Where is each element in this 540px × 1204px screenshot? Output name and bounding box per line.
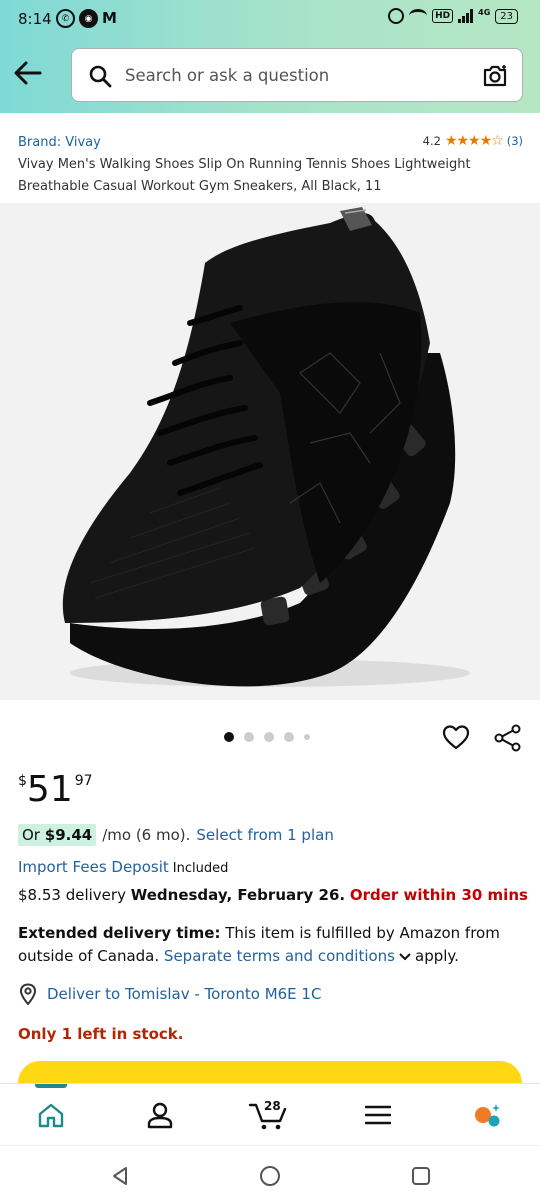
nav-rufus-assistant[interactable] (457, 1084, 517, 1146)
separate-terms-link[interactable]: Separate terms and conditions (164, 947, 395, 965)
monthly-payment: Or $9.44 /mo (6 mo). Select from 1 plan (18, 824, 334, 846)
deliver-to-location[interactable]: Deliver to Tomislav - Toronto M6E 1C (18, 983, 321, 1005)
price-currency-symbol: $ (18, 773, 27, 789)
import-fees: Import Fees Deposit Included (18, 858, 228, 876)
delivery-cost: $8.53 delivery (18, 886, 126, 904)
assistant-icon (475, 1104, 500, 1127)
import-fees-status: Included (172, 861, 229, 876)
carousel-dot[interactable] (304, 734, 310, 740)
back-button[interactable] (12, 58, 44, 88)
carousel-dot[interactable] (264, 732, 274, 742)
hd-voice-icon: HD (432, 9, 454, 23)
search-placeholder: Search or ask a question (125, 66, 330, 85)
rating-summary[interactable]: 4.2 ★★★★☆ (3) (423, 133, 523, 149)
chevron-down-icon[interactable] (399, 953, 411, 961)
app-notification-icon: ◉ (79, 9, 98, 28)
deliver-to-text: Deliver to Tomislav - Toronto M6E 1C (47, 985, 322, 1003)
price-fraction: 97 (74, 773, 93, 789)
product-title: Vivay Men's Walking Shoes Slip On Runnin… (18, 157, 471, 194)
location-pin-icon (19, 983, 37, 1005)
share-button[interactable] (494, 724, 522, 752)
network-type: 4G (478, 8, 491, 17)
notification-icons: ✆ ◉ M (56, 9, 117, 28)
camera-search-icon[interactable] (482, 63, 508, 89)
monthly-amount-badge: Or $9.44 (18, 824, 97, 846)
nav-menu[interactable] (348, 1084, 408, 1146)
heart-icon (442, 725, 470, 750)
carousel-indicator (224, 732, 310, 742)
nav-cart[interactable]: 28 (238, 1084, 298, 1146)
order-within-text: Order within 30 mins (349, 886, 528, 904)
menu-icon (365, 1105, 391, 1125)
system-back-icon[interactable] (108, 1164, 132, 1188)
search-icon (89, 65, 112, 88)
delivery-info: $8.53 delivery Wednesday, February 26. O… (18, 886, 528, 904)
extended-delivery-notice: Extended delivery time: This item is ful… (18, 922, 518, 968)
rating-value: 4.2 (422, 134, 441, 148)
price-whole: 51 (26, 769, 73, 810)
system-recents-icon[interactable] (409, 1164, 433, 1188)
select-plan-link[interactable]: Select from 1 plan (196, 826, 333, 844)
carousel-dot[interactable] (244, 732, 254, 742)
signal-icon (458, 9, 474, 23)
home-icon (38, 1103, 64, 1128)
search-input[interactable]: Search or ask a question (71, 48, 523, 102)
gmail-icon: M (102, 9, 117, 27)
system-home-icon[interactable] (258, 1164, 282, 1188)
product-image (62, 207, 470, 687)
rating-count[interactable]: (3) (507, 134, 523, 148)
person-icon (147, 1102, 173, 1129)
carousel-dot[interactable] (224, 732, 234, 742)
import-fees-link[interactable]: Import Fees Deposit (18, 858, 169, 876)
product-image-carousel[interactable] (0, 203, 540, 700)
status-time: 8:14 (18, 10, 52, 28)
brand-link[interactable]: Brand: Vivay (18, 135, 101, 150)
bottom-navigation: 28 (0, 1083, 540, 1145)
battery-icon: 23 (495, 8, 518, 24)
monthly-term: /mo (6 mo). (102, 826, 191, 844)
wifi-icon (409, 9, 428, 23)
nav-home[interactable] (21, 1084, 81, 1146)
price: $ 51 97 (18, 768, 93, 812)
status-bar: 8:14 ✆ ◉ M HD 4G 23 (0, 0, 540, 38)
whatsapp-icon: ✆ (56, 9, 75, 28)
add-to-wishlist-button[interactable] (442, 724, 470, 750)
app-header: 8:14 ✆ ◉ M HD 4G 23 Search or ask a ques… (0, 0, 540, 113)
alarm-icon (388, 8, 405, 24)
stock-status: Only 1 left in stock. (18, 1025, 184, 1043)
share-icon (494, 724, 521, 752)
cart-count: 28 (264, 1099, 281, 1113)
back-arrow-icon (14, 61, 42, 85)
system-navigation-bar (0, 1145, 540, 1204)
monthly-amount: $9.44 (44, 826, 93, 844)
nav-account[interactable] (130, 1084, 190, 1146)
system-status-icons: HD 4G 23 (388, 8, 518, 24)
delivery-date: Wednesday, February 26. (130, 886, 346, 904)
extended-delivery-suffix: apply. (415, 947, 459, 965)
rating-stars-icon: ★★★★☆ (444, 133, 504, 149)
carousel-dot[interactable] (284, 732, 294, 742)
monthly-or-label: Or (22, 826, 40, 844)
extended-delivery-label: Extended delivery time: (18, 924, 221, 942)
